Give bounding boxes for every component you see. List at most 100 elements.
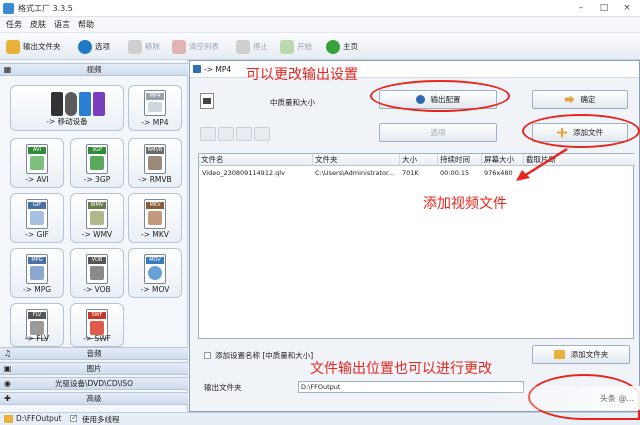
dialog-icon <box>193 65 201 73</box>
format-mpg-button[interactable]: MPG -> MPG <box>10 248 64 298</box>
image-icon: ▣ <box>3 364 12 373</box>
format-rmvb-label: -> RMVB <box>138 175 172 184</box>
video-category-header[interactable]: ▦ 视频 <box>0 63 188 76</box>
col-header-folder[interactable]: 文件夹 <box>313 154 400 166</box>
status-bar: D:\FFOutput ✓ 使用多线程 <box>0 412 640 425</box>
annotation-config: 可以更改输出设置 <box>246 67 358 83</box>
col-header-filename[interactable]: 文件名 <box>199 154 313 166</box>
format-vob-label: -> VOB <box>83 285 111 294</box>
stop-button[interactable]: 停止 <box>236 37 268 56</box>
menu-skin[interactable]: 皮肤 <box>30 19 46 30</box>
add-folder-button[interactable]: 添加文件夹 <box>532 345 630 364</box>
close-button[interactable]: × <box>616 1 638 16</box>
gif-icon: GIF <box>26 199 48 229</box>
format-mov-label: -> MOV <box>140 285 170 294</box>
video-file-icon <box>200 93 214 109</box>
tools-icon: ✚ <box>4 394 11 403</box>
multithread-checkbox[interactable]: ✓ <box>70 413 78 422</box>
format-mp4-button[interactable]: MP4 -> MP4 <box>128 85 182 131</box>
advanced-category-header[interactable]: ✚ 高级 <box>0 392 188 405</box>
video-category-label: 视频 <box>86 65 102 74</box>
clear-list-button[interactable]: 清空列表 <box>172 37 219 56</box>
format-mkv-button[interactable]: MKV -> MKV <box>128 193 182 243</box>
quality-label: 中质量和大小 <box>270 98 315 107</box>
annotation-arrow <box>516 147 568 181</box>
format-wmv-label: -> WMV <box>81 230 113 239</box>
format-mobile-button[interactable]: -> 移动设备 <box>10 85 124 131</box>
multithread-label: 使用多线程 <box>82 415 120 424</box>
music-icon: ♫ <box>3 349 12 358</box>
output-folder-label: 输出文件夹 <box>23 42 61 51</box>
ok-button[interactable]: 确定 <box>532 90 628 109</box>
format-swf-button[interactable]: SWF -> SWF <box>70 303 124 347</box>
format-mov-button[interactable]: MOV -> MOV <box>128 248 182 298</box>
move-down-icon[interactable] <box>218 127 234 141</box>
wmv-icon: WMV <box>86 199 108 229</box>
maximize-button[interactable]: □ <box>593 1 615 16</box>
format-mkv-label: -> MKV <box>141 230 169 239</box>
format-vob-button[interactable]: VOB -> VOB <box>70 248 124 298</box>
advanced-category-label: 高级 <box>86 394 102 403</box>
menu-task[interactable]: 任务 <box>6 19 22 30</box>
options-button[interactable]: 选项 <box>78 37 110 56</box>
format-avi-button[interactable]: AVI -> AVI <box>10 138 64 188</box>
remove-button[interactable]: 移除 <box>128 37 160 56</box>
watermark: 头条 @... <box>488 386 640 410</box>
app-icon <box>3 3 14 14</box>
menu-language[interactable]: 语言 <box>54 19 70 30</box>
format-gif-button[interactable]: GIF -> GIF <box>10 193 64 243</box>
toolbar: 输出文件夹 选项 移除 清空列表 停止 开始 主页 <box>0 33 640 60</box>
mobile-devices-icon <box>51 92 107 118</box>
disc-icon: ◉ <box>4 379 11 388</box>
remove-label: 移除 <box>145 42 160 51</box>
image-category-header[interactable]: ▣ 图片 <box>0 362 188 375</box>
home-button[interactable]: 主页 <box>326 37 358 56</box>
format-swf-label: -> SWF <box>83 334 111 343</box>
clear-icon <box>172 39 186 54</box>
options-label: 选项 <box>95 42 110 51</box>
audio-category-label: 音频 <box>86 349 102 358</box>
stop-label: 停止 <box>253 42 268 51</box>
audio-category-header[interactable]: ♫ 音频 <box>0 347 188 360</box>
format-wmv-button[interactable]: WMV -> WMV <box>70 193 124 243</box>
watermark-text: 头条 @... <box>599 394 634 403</box>
play-preview-icon[interactable] <box>236 127 252 141</box>
start-button[interactable]: 开始 <box>280 37 312 56</box>
cell-duration: 00:00:15 <box>440 169 470 177</box>
stop-icon <box>236 39 250 54</box>
ok-label: 确定 <box>580 95 596 104</box>
menu-help[interactable]: 帮助 <box>78 19 94 30</box>
arrow-right-icon <box>564 95 575 104</box>
gear-icon <box>78 39 92 54</box>
options-dialog-label: 选项 <box>430 128 446 137</box>
mov-icon: MOV <box>144 254 166 284</box>
cell-size: 701K <box>402 169 419 177</box>
add-folder-label: 添加文件夹 <box>570 350 609 359</box>
vob-icon: VOB <box>86 254 108 284</box>
format-mobile-label: -> 移动设备 <box>46 117 88 126</box>
format-flv-button[interactable]: FLV -> FLV <box>10 303 64 347</box>
rmvb-icon: RMVB <box>144 144 166 174</box>
format-mpg-label: -> MPG <box>22 285 52 294</box>
minimize-button[interactable]: – <box>570 1 592 16</box>
options-button-dialog[interactable]: 选项 <box>379 123 497 142</box>
format-3gp-button[interactable]: 3GP -> 3GP <box>70 138 124 188</box>
folder-icon <box>4 415 13 423</box>
col-header-duration[interactable]: 持续时间 <box>438 154 482 166</box>
status-output-path: D:\FFOutput <box>16 414 62 423</box>
cell-filename: Video_230809114912.qlv <box>202 169 285 177</box>
mp4-icon: MP4 <box>144 90 166 116</box>
highlight-output-config-ring <box>370 80 510 112</box>
highlight-add-file-ring <box>522 114 640 148</box>
col-header-size[interactable]: 大小 <box>400 154 438 166</box>
format-rmvb-button[interactable]: RMVB -> RMVB <box>128 138 182 188</box>
clear-list-label: 清空列表 <box>189 42 219 51</box>
film-icon: ▦ <box>3 65 12 74</box>
format-avi-label: -> AVI <box>25 175 49 184</box>
disc-category-header[interactable]: ◉ 光驱设备\DVD\CD\ISO <box>0 377 188 390</box>
home-label: 主页 <box>343 42 358 51</box>
add-setting-checkbox[interactable] <box>204 352 211 359</box>
info-icon[interactable] <box>254 127 270 141</box>
move-up-icon[interactable] <box>200 127 216 141</box>
output-folder-button[interactable]: 输出文件夹 <box>6 37 61 56</box>
